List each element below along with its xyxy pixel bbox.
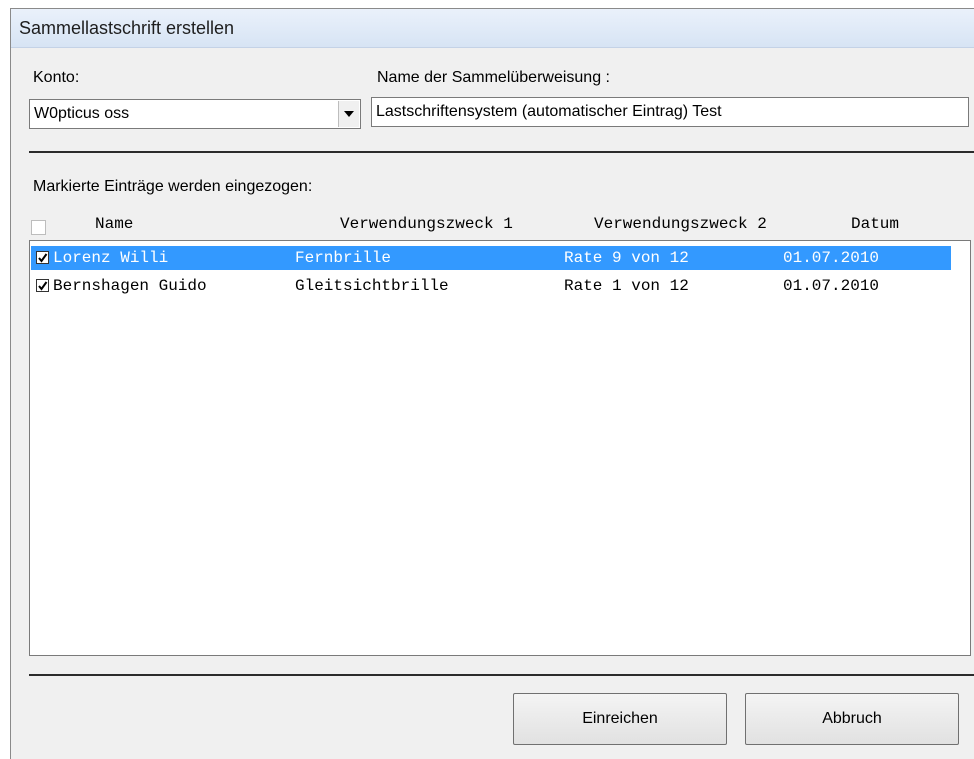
konto-value: W0pticus oss (34, 105, 130, 122)
konto-label: Konto: (33, 69, 80, 86)
separator-top (29, 151, 974, 153)
entries-list[interactable]: Lorenz Willi Fernbrille Rate 9 von 12 01… (29, 240, 971, 656)
row-zweck2: Rate 9 von 12 (564, 249, 689, 267)
row-name: Lorenz Willi (53, 249, 169, 267)
row-checkbox[interactable] (36, 251, 49, 264)
list-row[interactable]: Bernshagen Guido Gleitsichtbrille Rate 1… (31, 274, 951, 298)
konto-dropdown-button[interactable] (338, 101, 359, 127)
cancel-button[interactable]: Abbruch (745, 693, 959, 745)
name-label: Name der Sammelüberweisung : (377, 69, 610, 86)
row-datum: 01.07.2010 (783, 249, 880, 267)
list-row[interactable]: Lorenz Willi Fernbrille Rate 9 von 12 01… (31, 246, 951, 270)
list-caption: Markierte Einträge werden eingezogen: (33, 178, 313, 195)
column-header-name[interactable]: Name (95, 215, 133, 233)
column-header-zweck2[interactable]: Verwendungszweck 2 (594, 215, 767, 233)
column-header-datum[interactable]: Datum (851, 215, 899, 233)
row-zweck1: Gleitsichtbrille (295, 277, 449, 295)
dialog-window: Sammellastschrift erstellen Konto: Name … (10, 8, 974, 759)
checkmark-icon (38, 253, 48, 263)
title-bar[interactable]: Sammellastschrift erstellen (11, 9, 974, 48)
separator-bottom (29, 674, 974, 676)
row-checkbox[interactable] (36, 279, 49, 292)
name-input-field[interactable] (371, 97, 969, 127)
row-zweck2: Rate 1 von 12 (564, 277, 689, 295)
window-title: Sammellastschrift erstellen (19, 18, 235, 38)
name-input[interactable] (372, 98, 968, 126)
row-zweck1: Fernbrille (295, 249, 392, 267)
konto-dropdown[interactable]: W0pticus oss (29, 99, 361, 129)
row-datum: 01.07.2010 (783, 277, 880, 295)
column-header-zweck1[interactable]: Verwendungszweck 1 (340, 215, 513, 233)
submit-button[interactable]: Einreichen (513, 693, 727, 745)
chevron-down-icon (344, 111, 354, 117)
row-name: Bernshagen Guido (53, 277, 207, 295)
select-all-checkbox[interactable] (31, 220, 46, 235)
checkmark-icon (38, 281, 48, 291)
